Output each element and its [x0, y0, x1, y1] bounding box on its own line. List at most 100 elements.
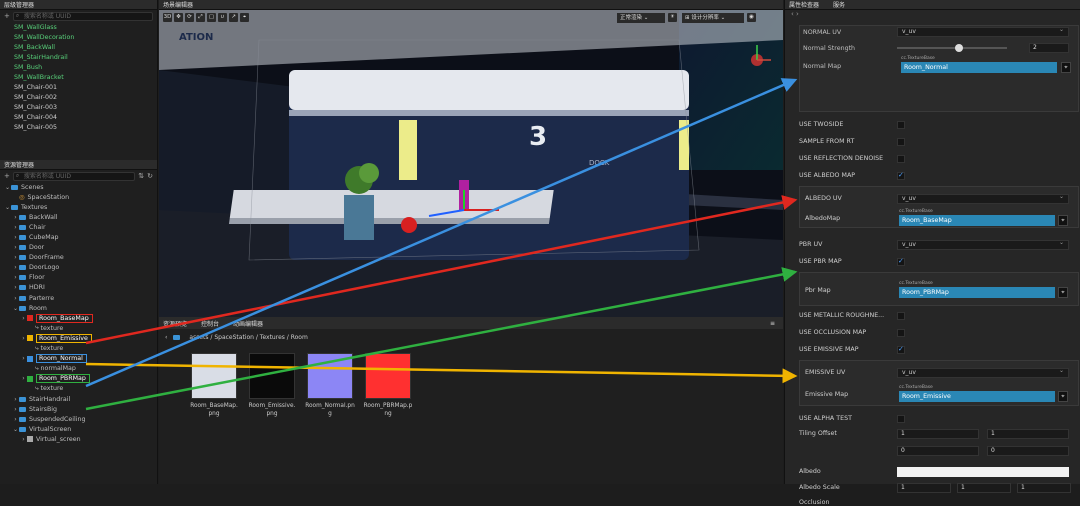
normal-map-field[interactable]: Room_Normal	[901, 62, 1057, 73]
pivot-icon[interactable]: ⌖	[240, 13, 249, 22]
chevron-right-icon[interactable]: ›	[12, 244, 19, 251]
hierarchy-item[interactable]: SM_Chair-002	[0, 93, 157, 103]
use-metallic-checkbox[interactable]	[897, 312, 905, 320]
albedo-map-pick-button[interactable]: ⌖	[1058, 215, 1068, 226]
menu-icon[interactable]: ≡	[770, 320, 775, 327]
asset-thumbnail[interactable]: Room_BaseMap.png	[189, 353, 239, 418]
breadcrumb-path[interactable]: assets / SpaceStation / Textures / Room	[189, 334, 307, 341]
asset-tree-item[interactable]: ⌄ Room	[0, 303, 157, 313]
light-icon[interactable]: ☀	[668, 13, 677, 22]
chevron-right-icon[interactable]: ›	[20, 355, 27, 362]
chevron-right-icon[interactable]: ›	[12, 224, 19, 231]
camera-icon[interactable]: ◉	[747, 13, 756, 22]
normal-uv-select[interactable]: v_uv	[897, 26, 1069, 37]
asset-tree-item[interactable]: › Room_Normal	[0, 354, 157, 364]
hierarchy-item[interactable]: SM_WallDecoration	[0, 32, 157, 42]
asset-tree-item[interactable]: › Chair	[0, 222, 157, 232]
hierarchy-item[interactable]: SM_Chair-003	[0, 103, 157, 113]
resolution-select[interactable]: ⊞ 设计分辨率 ⌄	[682, 13, 744, 23]
scale-tool-icon[interactable]: ⤢	[196, 13, 205, 22]
chevron-right-icon[interactable]: ›	[12, 295, 19, 302]
asset-tree-item[interactable]: › BackWall	[0, 212, 157, 222]
tiling-input[interactable]: 1	[897, 429, 979, 439]
rotate-tool-icon[interactable]: ⟳	[185, 13, 194, 22]
sort-icon[interactable]: ⇅	[138, 172, 144, 180]
pbr-map-pick-button[interactable]: ⌖	[1058, 287, 1068, 298]
asset-thumbnail[interactable]: Room_Normal.png	[305, 353, 355, 418]
tab-asset-preview[interactable]: 资源预览	[163, 319, 187, 328]
asset-tree-item[interactable]: ⌄ Textures	[0, 202, 157, 212]
tiling-input[interactable]: 0	[987, 446, 1069, 456]
normal-strength-handle[interactable]	[955, 44, 963, 52]
tab-service[interactable]: 服务	[833, 0, 845, 9]
chevron-right-icon[interactable]: ›	[20, 436, 27, 443]
asset-tree-item[interactable]: › Room_BaseMap	[0, 313, 157, 323]
scene-editor-tab[interactable]: 场景编辑器	[159, 0, 783, 10]
asset-tree-item[interactable]: › CubeMap	[0, 232, 157, 242]
scene-viewport[interactable]: 3 DOCK ATION 3D ✥ ⟳ ⤢ ▢ ∪ ↗ ⌖ 正常渲染 ⌄ ☀ ⊞…	[159, 10, 783, 317]
use-albedo-map-checkbox[interactable]	[897, 171, 905, 180]
chevron-right-icon[interactable]: ›	[12, 274, 19, 281]
back-icon[interactable]: ‹	[165, 334, 167, 341]
asset-thumbnail[interactable]: Room_PBRMap.png	[363, 353, 413, 418]
nav-back-icon[interactable]: ‹	[791, 10, 794, 18]
albedo-scale-input[interactable]: 1	[897, 483, 951, 493]
hierarchy-tab[interactable]: 层级管理器	[0, 0, 157, 10]
emissive-map-field[interactable]: Room_Emissive	[899, 391, 1055, 402]
chevron-right-icon[interactable]: ›	[20, 375, 27, 382]
albedo-map-field[interactable]: Room_BaseMap	[899, 215, 1055, 226]
refresh-icon[interactable]: ↻	[147, 172, 153, 180]
rect-tool-icon[interactable]: ▢	[207, 13, 216, 22]
albedo-scale-input[interactable]: 1	[1017, 483, 1071, 493]
hierarchy-item[interactable]: SM_Bush	[0, 62, 157, 72]
render-mode-select[interactable]: 正常渲染 ⌄	[617, 13, 665, 23]
asset-tree-item[interactable]: ⤷ texture	[0, 344, 157, 354]
move-tool-icon[interactable]: ✥	[174, 13, 183, 22]
asset-tree-item[interactable]: › Virtual_screen	[0, 434, 157, 444]
asset-tree-item[interactable]: › Door	[0, 243, 157, 253]
hierarchy-item[interactable]: SM_Chair-004	[0, 113, 157, 123]
asset-tree-item[interactable]: › Parterre	[0, 293, 157, 303]
hierarchy-item[interactable]: SM_Chair-001	[0, 83, 157, 93]
hierarchy-search-input[interactable]: 搜索名称或 UUID	[12, 11, 153, 21]
chevron-right-icon[interactable]: ›	[12, 264, 19, 271]
nav-forward-icon[interactable]: ›	[796, 10, 799, 18]
hierarchy-item[interactable]: SM_Chair-005	[0, 123, 157, 133]
tiling-input[interactable]: 0	[897, 446, 979, 456]
hierarchy-item[interactable]: SM_WallGlass	[0, 22, 157, 32]
tab-inspector[interactable]: 属性检查器	[789, 0, 819, 9]
albedo-scale-input[interactable]: 1	[957, 483, 1011, 493]
asset-tree-item[interactable]: › SuspendedCeiling	[0, 414, 157, 424]
assets-search-input[interactable]: 搜索名称或 UUID	[12, 171, 136, 181]
asset-tree-item[interactable]: › StairHandrail	[0, 394, 157, 404]
chevron-down-icon[interactable]: ⌄	[12, 305, 19, 312]
use-emissive-map-checkbox[interactable]	[897, 345, 905, 354]
asset-tree-item[interactable]: › DoorLogo	[0, 263, 157, 273]
sample-from-rt-checkbox[interactable]	[897, 138, 905, 146]
asset-tree-item[interactable]: › HDRI	[0, 283, 157, 293]
asset-tree-item[interactable]: › Floor	[0, 273, 157, 283]
pbr-uv-select[interactable]: v_uv	[897, 239, 1069, 250]
albedo-uv-select[interactable]: v_uv	[897, 193, 1069, 204]
normal-strength-input[interactable]: 2	[1029, 43, 1069, 53]
asset-tree-item[interactable]: › StairsBig	[0, 404, 157, 414]
chevron-right-icon[interactable]: ›	[12, 396, 19, 403]
asset-tree-item[interactable]: ⌄ VirtualScreen	[0, 424, 157, 434]
pbr-map-field[interactable]: Room_PBRMap	[899, 287, 1055, 298]
use-pbr-map-checkbox[interactable]	[897, 257, 905, 266]
chevron-right-icon[interactable]: ›	[12, 284, 19, 291]
tab-animation[interactable]: 动画编辑器	[233, 319, 263, 328]
chevron-right-icon[interactable]: ›	[12, 214, 19, 221]
chevron-down-icon[interactable]: ⌄	[12, 426, 19, 433]
asset-tree-item[interactable]: ◎ SpaceStation	[0, 192, 157, 202]
snap-tool-icon[interactable]: ∪	[218, 13, 227, 22]
chevron-down-icon[interactable]: ⌄	[4, 204, 11, 211]
asset-tree-item[interactable]: › DoorFrame	[0, 253, 157, 263]
chevron-right-icon[interactable]: ›	[12, 416, 19, 423]
hierarchy-item[interactable]: SM_BackWall	[0, 42, 157, 52]
chevron-down-icon[interactable]: ⌄	[4, 184, 11, 191]
emissive-uv-select[interactable]: v_uv	[897, 367, 1069, 378]
use-alpha-test-checkbox[interactable]	[897, 415, 905, 423]
normal-strength-slider[interactable]	[897, 47, 1007, 49]
albedo-color-swatch[interactable]	[897, 467, 1069, 477]
